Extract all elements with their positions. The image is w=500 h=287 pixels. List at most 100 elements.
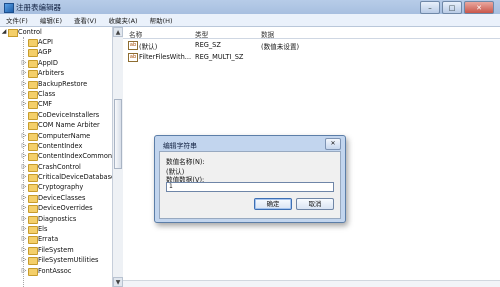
column-data-header[interactable]: 数据 xyxy=(261,29,274,39)
tree-item[interactable]: ACPI xyxy=(0,37,112,47)
folder-icon xyxy=(28,101,38,110)
expand-icon[interactable]: ▷ xyxy=(20,99,28,109)
string-value-icon: ab xyxy=(128,41,138,50)
row-data: (数值未设置) xyxy=(261,43,300,51)
expand-icon[interactable]: ▷ xyxy=(20,266,28,276)
expand-icon[interactable]: ▷ xyxy=(20,245,28,255)
expand-icon[interactable]: ▷ xyxy=(20,89,28,99)
scroll-up-icon[interactable]: ▲ xyxy=(113,27,123,37)
string-value-icon: ab xyxy=(128,53,138,62)
tree-item[interactable]: ▷ DeviceOverrides xyxy=(0,203,112,214)
tree-item-label: AGP xyxy=(38,48,52,57)
tree-item[interactable]: ▷ BackupRestore xyxy=(0,79,112,89)
tree-item-label: FontAssoc xyxy=(38,266,72,275)
expand-icon[interactable]: ▷ xyxy=(20,203,28,213)
menu-favorites[interactable]: 收藏夹(A) xyxy=(103,15,144,25)
tree-item[interactable]: ▷ CMF xyxy=(0,99,112,110)
list-header: 名称 类型 数据 xyxy=(123,27,500,39)
tree-item-label: DeviceClasses xyxy=(38,193,86,202)
expand-icon[interactable]: ▷ xyxy=(20,151,28,161)
column-name-header[interactable]: 名称 xyxy=(129,29,142,39)
expand-icon[interactable]: ▷ xyxy=(20,182,28,192)
tree-item[interactable]: ▷ CrashControl xyxy=(0,162,112,172)
tree-item[interactable]: ▷ DeviceClasses xyxy=(0,193,112,203)
tree-item-label: ACPI xyxy=(38,38,53,46)
tree-vertical-scrollbar[interactable]: ▲ ▼ xyxy=(112,27,123,287)
dialog-body: 数值名称(N): (默认) 数值数据(V): 1 确定 取消 xyxy=(159,151,341,219)
maximize-button[interactable]: □ xyxy=(442,1,462,14)
tree-item[interactable]: ▷ Diagnostics xyxy=(0,214,112,224)
tree-item[interactable]: ▷ FileSystem xyxy=(0,245,112,255)
folder-icon xyxy=(28,142,38,151)
expand-icon[interactable]: ▷ xyxy=(20,255,28,265)
list-horizontal-scrollbar[interactable] xyxy=(123,280,500,287)
folder-icon xyxy=(28,163,38,172)
tree-item-label: AppID xyxy=(38,58,58,67)
row-type: REG_MULTI_SZ xyxy=(195,53,244,61)
folder-icon xyxy=(28,39,38,47)
expand-icon[interactable]: ▷ xyxy=(20,234,28,244)
expand-icon[interactable]: ▷ xyxy=(20,224,28,234)
tree-item[interactable]: AGP xyxy=(0,47,112,58)
tree-item[interactable]: ▷ ContentIndex xyxy=(0,141,112,151)
tree-item-label: ContentIndex xyxy=(38,141,83,150)
list-row-filterfiles[interactable]: ab FilterFilesWith... REG_MULTI_SZ xyxy=(123,51,500,63)
collapse-icon[interactable]: ◢ xyxy=(0,27,8,37)
column-type-header[interactable]: 类型 xyxy=(195,29,208,39)
tree-item-label: CrashControl xyxy=(38,162,81,171)
expand-icon[interactable]: ▷ xyxy=(20,193,28,203)
dialog-close-button[interactable]: ✕ xyxy=(325,138,341,150)
tree-item[interactable]: ▷ FontAssoc xyxy=(0,266,112,276)
folder-icon xyxy=(28,90,38,99)
dialog-title: 编辑字符串 xyxy=(163,142,197,150)
scroll-down-icon[interactable]: ▼ xyxy=(113,277,123,287)
main-content: ◢ Control ACPI AGP ▷ AppID ▷ Arbiters ▷ BackupR… xyxy=(0,27,500,287)
minimize-button[interactable]: – xyxy=(420,1,440,14)
tree-item[interactable]: ▷ Els xyxy=(0,224,112,235)
tree-item[interactable]: COM Name Arbiter xyxy=(0,120,112,131)
tree-item[interactable]: ▷ Cryptography xyxy=(0,182,112,193)
tree-item[interactable]: CoDeviceInstallers xyxy=(0,110,112,120)
tree-root-control[interactable]: ◢ Control xyxy=(0,27,112,37)
close-button[interactable]: ✕ xyxy=(464,1,494,14)
expand-icon[interactable]: ▷ xyxy=(20,68,28,78)
edit-string-dialog: 编辑字符串 ✕ 数值名称(N): (默认) 数值数据(V): 1 确定 取消 xyxy=(154,135,346,223)
menu-file[interactable]: 文件(F) xyxy=(0,15,34,25)
ok-button[interactable]: 确定 xyxy=(254,198,292,210)
tree-item-label: CriticalDeviceDatabase xyxy=(38,173,113,182)
title-bar[interactable]: 注册表编辑器 – □ ✕ xyxy=(0,0,500,14)
tree-item[interactable]: ▷ FileSystemUtilities xyxy=(0,255,112,266)
tree-item[interactable]: ▷ CriticalDeviceDatabase xyxy=(0,172,113,183)
tree-item-label: COM Name Arbiter xyxy=(38,121,100,130)
tree-item-label: Els xyxy=(38,225,48,234)
tree-item[interactable]: ▷ ComputerName xyxy=(0,131,112,141)
expand-icon[interactable]: ▷ xyxy=(20,141,28,151)
expand-icon[interactable]: ▷ xyxy=(20,131,28,141)
tree-item-label: FileSystemUtilities xyxy=(38,256,99,265)
value-data-input[interactable]: 1 xyxy=(166,182,334,192)
menu-help[interactable]: 帮助(H) xyxy=(144,15,179,25)
folder-icon xyxy=(28,215,38,224)
tree-item[interactable]: ▷ Class xyxy=(0,89,112,99)
list-row-default[interactable]: ab (默认) REG_SZ (数值未设置) xyxy=(123,39,500,51)
menu-view[interactable]: 查看(V) xyxy=(68,15,103,25)
value-name-label: 数值名称(N): xyxy=(166,158,205,166)
menu-edit[interactable]: 编辑(E) xyxy=(34,15,68,25)
scroll-thumb[interactable] xyxy=(114,99,122,169)
folder-icon xyxy=(28,111,38,120)
tree-item[interactable]: ▷ Errata xyxy=(0,234,112,245)
folder-icon xyxy=(28,59,38,68)
folder-icon xyxy=(28,267,38,276)
tree-item[interactable]: ▷ ContentIndexCommon xyxy=(0,151,112,162)
folder-icon xyxy=(28,194,38,203)
cancel-button[interactable]: 取消 xyxy=(296,198,334,210)
expand-icon[interactable]: ▷ xyxy=(20,172,28,182)
folder-icon xyxy=(28,153,38,162)
expand-icon[interactable]: ▷ xyxy=(20,162,28,172)
expand-icon[interactable]: ▷ xyxy=(20,58,28,68)
expand-icon[interactable]: ▷ xyxy=(20,214,28,224)
expand-icon[interactable]: ▷ xyxy=(20,79,28,89)
tree-item[interactable]: ▷ AppID xyxy=(0,58,112,68)
row-name: (默认) xyxy=(139,43,158,51)
tree-item[interactable]: ▷ Arbiters xyxy=(0,68,112,79)
